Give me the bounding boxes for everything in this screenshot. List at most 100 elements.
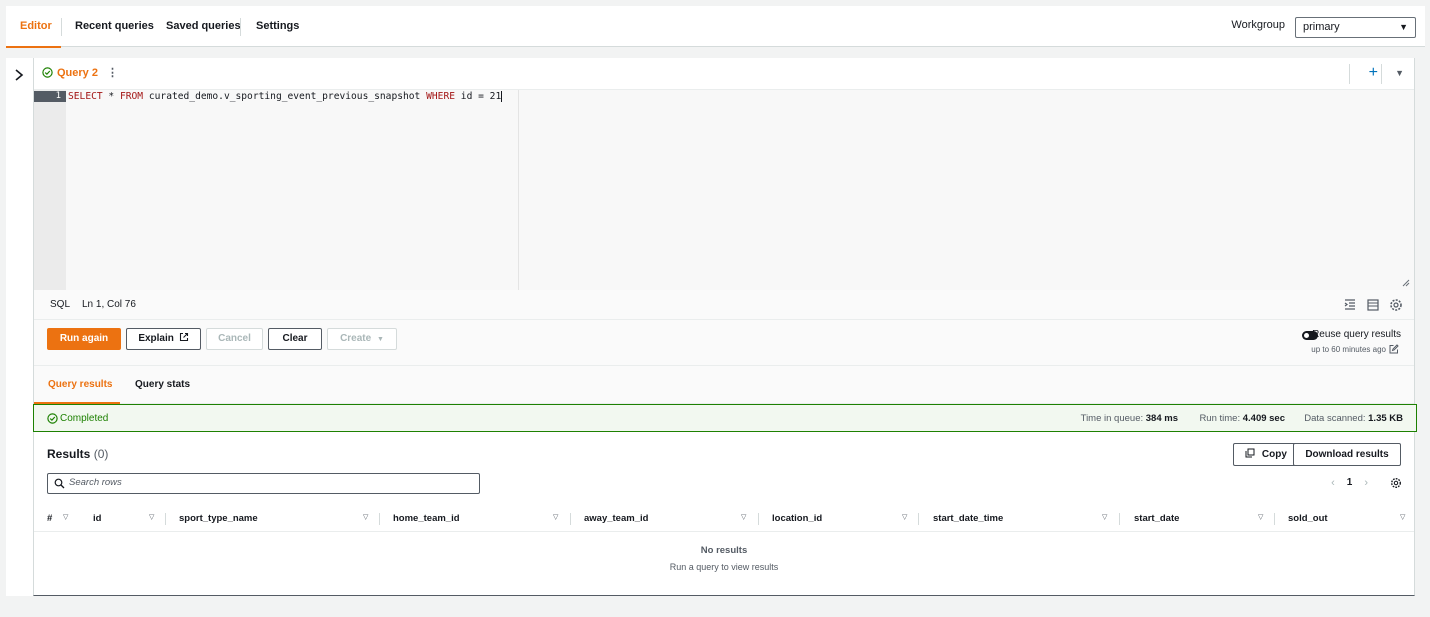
- metric-label: Time in queue:: [1080, 413, 1144, 424]
- copy-button[interactable]: Copy: [1233, 443, 1299, 466]
- column-header[interactable]: away_team_id: [584, 513, 648, 524]
- caret-down-icon[interactable]: ▼: [1395, 68, 1404, 78]
- run-time: Run time: 4.409 sec: [1199, 413, 1285, 424]
- metric-value: 1.35 KB: [1368, 413, 1403, 424]
- language-label: SQL: [50, 299, 71, 310]
- column-divider: [1274, 513, 1275, 525]
- column-divider: [570, 513, 571, 525]
- tab-query-stats[interactable]: Query stats: [135, 379, 190, 390]
- add-query-tab-button[interactable]: +: [1369, 64, 1378, 82]
- metric-value: 384 ms: [1145, 413, 1178, 424]
- sort-icon[interactable]: ▽: [1258, 513, 1263, 521]
- tab-divider: [240, 18, 241, 36]
- sort-icon[interactable]: ▽: [1400, 513, 1405, 521]
- tab-bar-divider: [1381, 64, 1382, 84]
- column-header[interactable]: sport_type_name: [179, 513, 258, 524]
- pagination: ‹ 1 ›: [1331, 477, 1368, 489]
- copy-icon: [1245, 448, 1255, 458]
- column-divider: [918, 513, 919, 525]
- column-header[interactable]: home_team_id: [393, 513, 460, 524]
- result-tabs: Query results Query stats: [34, 366, 1414, 404]
- tab-settings-label: Settings: [256, 20, 300, 32]
- code-line[interactable]: SELECT * FROM curated_demo.v_sporting_ev…: [68, 91, 503, 102]
- column-header[interactable]: start_date: [1134, 513, 1179, 524]
- print-margin: [518, 90, 519, 290]
- next-page-icon[interactable]: ›: [1364, 477, 1368, 489]
- prev-page-icon[interactable]: ‹: [1331, 477, 1335, 489]
- sql-keyword: FROM: [119, 91, 144, 102]
- explain-button[interactable]: Explain: [126, 328, 201, 350]
- tab-query-results[interactable]: Query results: [48, 379, 112, 390]
- reuse-results-label: Reuse query results: [1312, 329, 1401, 340]
- tab-settings[interactable]: Settings: [256, 6, 299, 47]
- sql-token: id = 21: [455, 91, 502, 102]
- search-input[interactable]: [69, 477, 469, 488]
- column-divider: [758, 513, 759, 525]
- tab-editor-label: Editor: [20, 20, 52, 32]
- explain-label: Explain: [138, 333, 174, 344]
- metric-label: Data scanned:: [1304, 413, 1366, 424]
- line-number: 1: [34, 91, 66, 102]
- workgroup-label: Workgroup: [1231, 19, 1285, 31]
- caret-down-icon: ▼: [376, 336, 384, 343]
- search-rows-field[interactable]: [47, 473, 480, 494]
- reuse-results-age: up to 60 minutes ago: [1311, 345, 1386, 354]
- sql-keyword: WHERE: [426, 91, 456, 102]
- tab-recent-queries-label: Recent queries: [75, 20, 154, 32]
- kebab-menu-icon[interactable]: ⋮: [107, 66, 118, 79]
- results-count: (0): [93, 447, 109, 461]
- clear-button[interactable]: Clear: [268, 328, 322, 350]
- metric-label: Run time:: [1199, 413, 1241, 424]
- chevron-right-icon[interactable]: [12, 67, 26, 83]
- copy-label: Copy: [1261, 449, 1287, 460]
- sql-token: curated_demo.v_sporting_event_previous_s…: [143, 91, 427, 102]
- empty-state-title: No results: [700, 545, 748, 556]
- results-title: Results: [47, 447, 91, 461]
- editor-gutter: 1: [34, 90, 66, 290]
- tab-editor[interactable]: Editor: [6, 6, 61, 48]
- download-results-button[interactable]: Download results: [1293, 443, 1401, 466]
- column-divider: [165, 513, 166, 525]
- sort-icon[interactable]: ▽: [363, 513, 368, 521]
- empty-state-subtitle: Run a query to view results: [669, 562, 779, 572]
- column-divider: [379, 513, 380, 525]
- sort-icon[interactable]: ▽: [741, 513, 746, 521]
- resize-handle-icon[interactable]: [1402, 279, 1410, 287]
- tab-bar-divider: [1349, 64, 1350, 84]
- editor-status-bar: SQL Ln 1, Col 76: [34, 290, 1414, 320]
- top-nav-bar: Editor Recent queries Saved queries Sett…: [6, 6, 1425, 48]
- create-dropdown-button[interactable]: Create ▼: [327, 328, 397, 350]
- sort-icon[interactable]: ▽: [149, 513, 154, 521]
- column-header[interactable]: location_id: [772, 513, 822, 524]
- column-header[interactable]: sold_out: [1288, 513, 1328, 524]
- sql-editor[interactable]: 1 SELECT * FROM curated_demo.v_sporting_…: [34, 90, 1414, 290]
- settings-gear-icon[interactable]: [1389, 298, 1403, 312]
- column-header[interactable]: #: [47, 513, 52, 524]
- check-circle-icon: [47, 413, 58, 424]
- create-label: Create: [340, 333, 372, 344]
- column-header[interactable]: id: [93, 513, 101, 524]
- sort-icon[interactable]: ▽: [902, 513, 907, 521]
- workgroup-select[interactable]: primary ▼: [1295, 17, 1416, 38]
- query-status-banner: Completed Time in queue: 384 ms Run time…: [33, 404, 1417, 432]
- format-query-icon[interactable]: [1343, 298, 1357, 312]
- tab-saved-queries[interactable]: Saved queries: [166, 6, 241, 47]
- sql-token: *: [102, 91, 120, 102]
- search-icon: [54, 478, 65, 489]
- run-again-button[interactable]: Run again: [47, 328, 121, 350]
- tab-recent-queries[interactable]: Recent queries: [75, 6, 154, 47]
- sort-icon[interactable]: ▽: [553, 513, 558, 521]
- preferences-gear-icon[interactable]: [1390, 477, 1402, 489]
- sort-icon[interactable]: ▽: [1102, 513, 1107, 521]
- sort-icon[interactable]: ▽: [63, 513, 68, 521]
- caret-down-icon: ▼: [1399, 22, 1408, 32]
- current-page[interactable]: 1: [1347, 477, 1353, 489]
- panel-layout-icon[interactable]: [1366, 298, 1380, 312]
- cancel-button[interactable]: Cancel: [206, 328, 263, 350]
- column-header[interactable]: start_date_time: [933, 513, 1003, 524]
- text-cursor: [501, 91, 503, 102]
- query-tab[interactable]: Query 2 ⋮: [42, 66, 118, 79]
- sql-keyword: SELECT: [68, 91, 103, 102]
- edit-icon[interactable]: [1389, 344, 1399, 354]
- data-scanned: Data scanned: 1.35 KB: [1304, 413, 1403, 424]
